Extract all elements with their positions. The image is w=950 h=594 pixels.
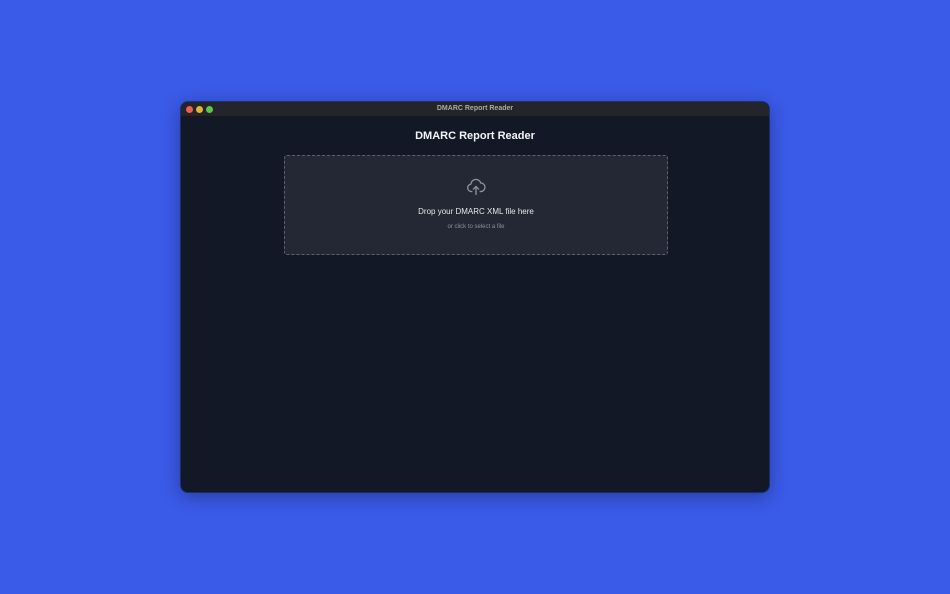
cloud-upload-icon (467, 178, 486, 196)
file-drop-zone[interactable]: Drop your DMARC XML file here or click t… (284, 155, 668, 255)
drop-instruction: Drop your DMARC XML file here (418, 207, 534, 216)
title-bar[interactable]: DMARC Report Reader (181, 102, 769, 117)
main-content: DMARC Report Reader Drop your DMARC XML … (181, 117, 769, 492)
app-window: DMARC Report Reader DMARC Report Reader … (181, 102, 769, 492)
window-title: DMARC Report Reader (436, 105, 514, 112)
select-file-hint: or click to select a file (447, 224, 505, 230)
page-title: DMARC Report Reader (415, 130, 535, 142)
